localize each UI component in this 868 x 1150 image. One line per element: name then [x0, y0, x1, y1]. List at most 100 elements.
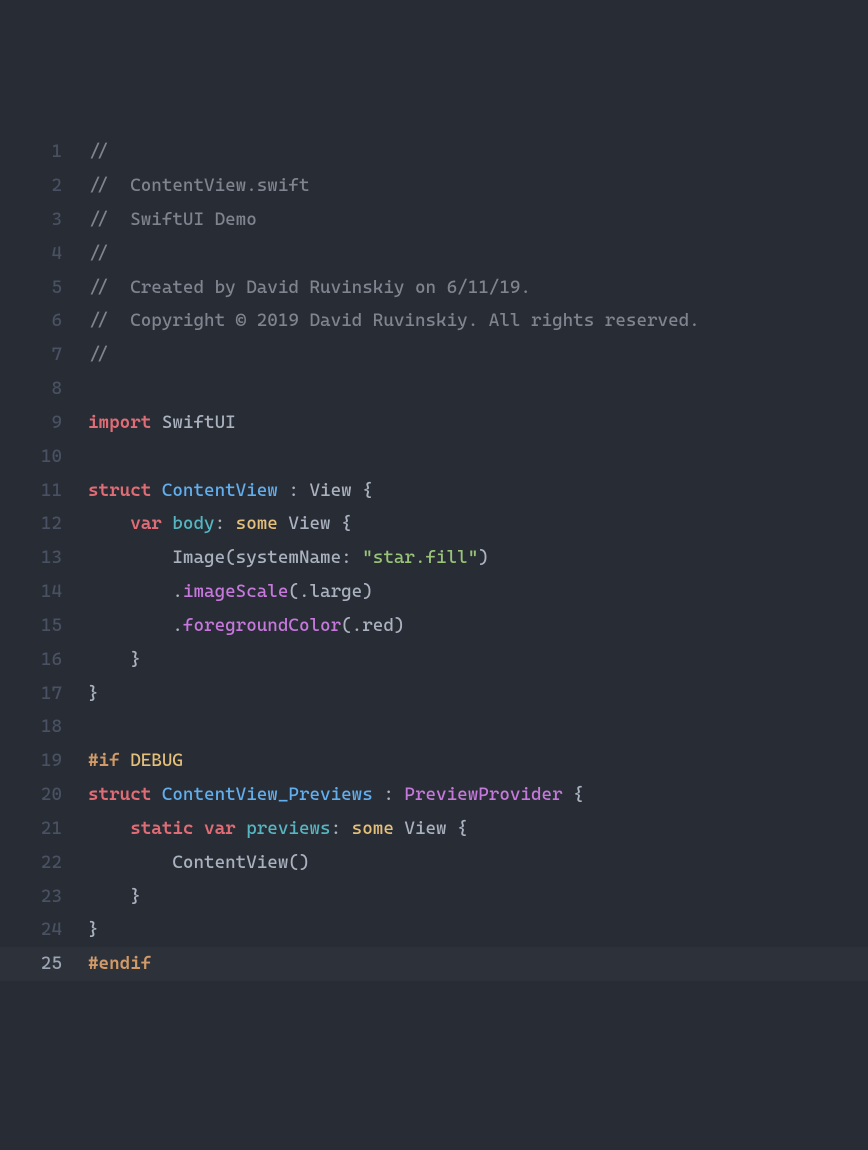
code-token [151, 784, 162, 805]
code-content[interactable]: // [88, 338, 868, 372]
code-token [193, 818, 204, 839]
code-line[interactable]: 9import SwiftUI [0, 406, 868, 440]
code-token [88, 513, 130, 534]
code-content[interactable]: } [88, 913, 868, 947]
code-line[interactable]: 15 .foregroundColor(.red) [0, 609, 868, 643]
code-line[interactable]: 23 } [0, 880, 868, 914]
code-token: // ContentView.swift [88, 175, 309, 196]
code-token: ContentView() [88, 852, 309, 873]
line-number: 22 [0, 846, 88, 880]
code-line[interactable]: 16 } [0, 643, 868, 677]
code-line[interactable]: 25#endif [0, 947, 868, 981]
code-content[interactable]: } [88, 643, 868, 677]
code-token: ContentView [162, 480, 278, 501]
code-token: Image(systemName: [88, 547, 362, 568]
code-content[interactable]: var body: some View { [88, 507, 868, 541]
code-content[interactable]: // ContentView.swift [88, 169, 868, 203]
line-number: 17 [0, 677, 88, 711]
line-number: 19 [0, 744, 88, 778]
line-number: 5 [0, 271, 88, 305]
code-token: SwiftUI [151, 412, 235, 433]
line-number: 3 [0, 203, 88, 237]
code-line[interactable]: 18 [0, 710, 868, 744]
code-token [151, 480, 162, 501]
code-line[interactable]: 13 Image(systemName: "star.fill") [0, 541, 868, 575]
code-line[interactable]: 19#if DEBUG [0, 744, 868, 778]
line-number: 20 [0, 778, 88, 812]
code-content[interactable]: // [88, 135, 868, 169]
code-token: foregroundColor [183, 615, 341, 636]
line-number: 21 [0, 812, 88, 846]
code-content[interactable]: Image(systemName: "star.fill") [88, 541, 868, 575]
code-token: previews [246, 818, 330, 839]
line-number: 23 [0, 880, 88, 914]
code-line[interactable]: 4// [0, 237, 868, 271]
line-number: 4 [0, 237, 88, 271]
code-token: var [130, 513, 162, 534]
code-line[interactable]: 24} [0, 913, 868, 947]
line-number: 12 [0, 507, 88, 541]
code-token [120, 750, 131, 771]
code-token: import [88, 412, 151, 433]
code-token: // Copyright © 2019 David Ruvinskiy. All… [88, 310, 700, 331]
code-token: } [88, 649, 141, 670]
line-number: 11 [0, 474, 88, 508]
code-line[interactable]: 6// Copyright © 2019 David Ruvinskiy. Al… [0, 304, 868, 338]
code-token: View { [394, 818, 468, 839]
code-line[interactable]: 17} [0, 677, 868, 711]
code-line[interactable]: 10 [0, 440, 868, 474]
code-content[interactable]: import SwiftUI [88, 406, 868, 440]
code-line[interactable]: 3// SwiftUI Demo [0, 203, 868, 237]
code-token: } [88, 886, 141, 907]
code-token: . [88, 581, 183, 602]
code-token: some [352, 818, 394, 839]
code-content[interactable]: // Copyright © 2019 David Ruvinskiy. All… [88, 304, 868, 338]
code-content[interactable]: #if DEBUG [88, 744, 868, 778]
code-token [162, 513, 173, 534]
code-content[interactable]: // Created by David Ruvinskiy on 6/11/19… [88, 271, 868, 305]
code-token: View { [278, 513, 352, 534]
code-content[interactable]: ContentView() [88, 846, 868, 880]
code-token: #if [88, 750, 120, 771]
line-number: 9 [0, 406, 88, 440]
code-editor[interactable]: 1//2// ContentView.swift3// SwiftUI Demo… [0, 135, 868, 981]
code-content[interactable]: .foregroundColor(.red) [88, 609, 868, 643]
code-token: . [88, 615, 183, 636]
code-token: // [88, 141, 109, 162]
code-token: : [215, 513, 236, 534]
code-content[interactable]: static var previews: some View { [88, 812, 868, 846]
code-content[interactable]: #endif [88, 947, 868, 981]
line-number: 2 [0, 169, 88, 203]
line-number: 13 [0, 541, 88, 575]
code-token [88, 818, 130, 839]
code-token: } [88, 683, 99, 704]
code-line[interactable]: 7// [0, 338, 868, 372]
line-number: 14 [0, 575, 88, 609]
code-content[interactable]: struct ContentView_Previews : PreviewPro… [88, 778, 868, 812]
code-line[interactable]: 2// ContentView.swift [0, 169, 868, 203]
code-line[interactable]: 20struct ContentView_Previews : PreviewP… [0, 778, 868, 812]
code-content[interactable]: } [88, 677, 868, 711]
line-number: 7 [0, 338, 88, 372]
code-content[interactable]: // SwiftUI Demo [88, 203, 868, 237]
code-line[interactable]: 11struct ContentView : View { [0, 474, 868, 508]
line-number: 6 [0, 304, 88, 338]
code-line[interactable]: 5// Created by David Ruvinskiy on 6/11/1… [0, 271, 868, 305]
code-content[interactable]: // [88, 237, 868, 271]
code-content[interactable]: } [88, 880, 868, 914]
code-content[interactable]: struct ContentView : View { [88, 474, 868, 508]
line-number: 16 [0, 643, 88, 677]
line-number: 18 [0, 710, 88, 744]
code-line[interactable]: 1// [0, 135, 868, 169]
code-token: body [172, 513, 214, 534]
line-number: 1 [0, 135, 88, 169]
code-line[interactable]: 22 ContentView() [0, 846, 868, 880]
code-token: #endif [88, 953, 151, 974]
code-line[interactable]: 8 [0, 372, 868, 406]
code-token: (.red) [341, 615, 404, 636]
code-token: // SwiftUI Demo [88, 209, 257, 230]
code-content[interactable]: .imageScale(.large) [88, 575, 868, 609]
code-line[interactable]: 14 .imageScale(.large) [0, 575, 868, 609]
code-line[interactable]: 12 var body: some View { [0, 507, 868, 541]
code-line[interactable]: 21 static var previews: some View { [0, 812, 868, 846]
